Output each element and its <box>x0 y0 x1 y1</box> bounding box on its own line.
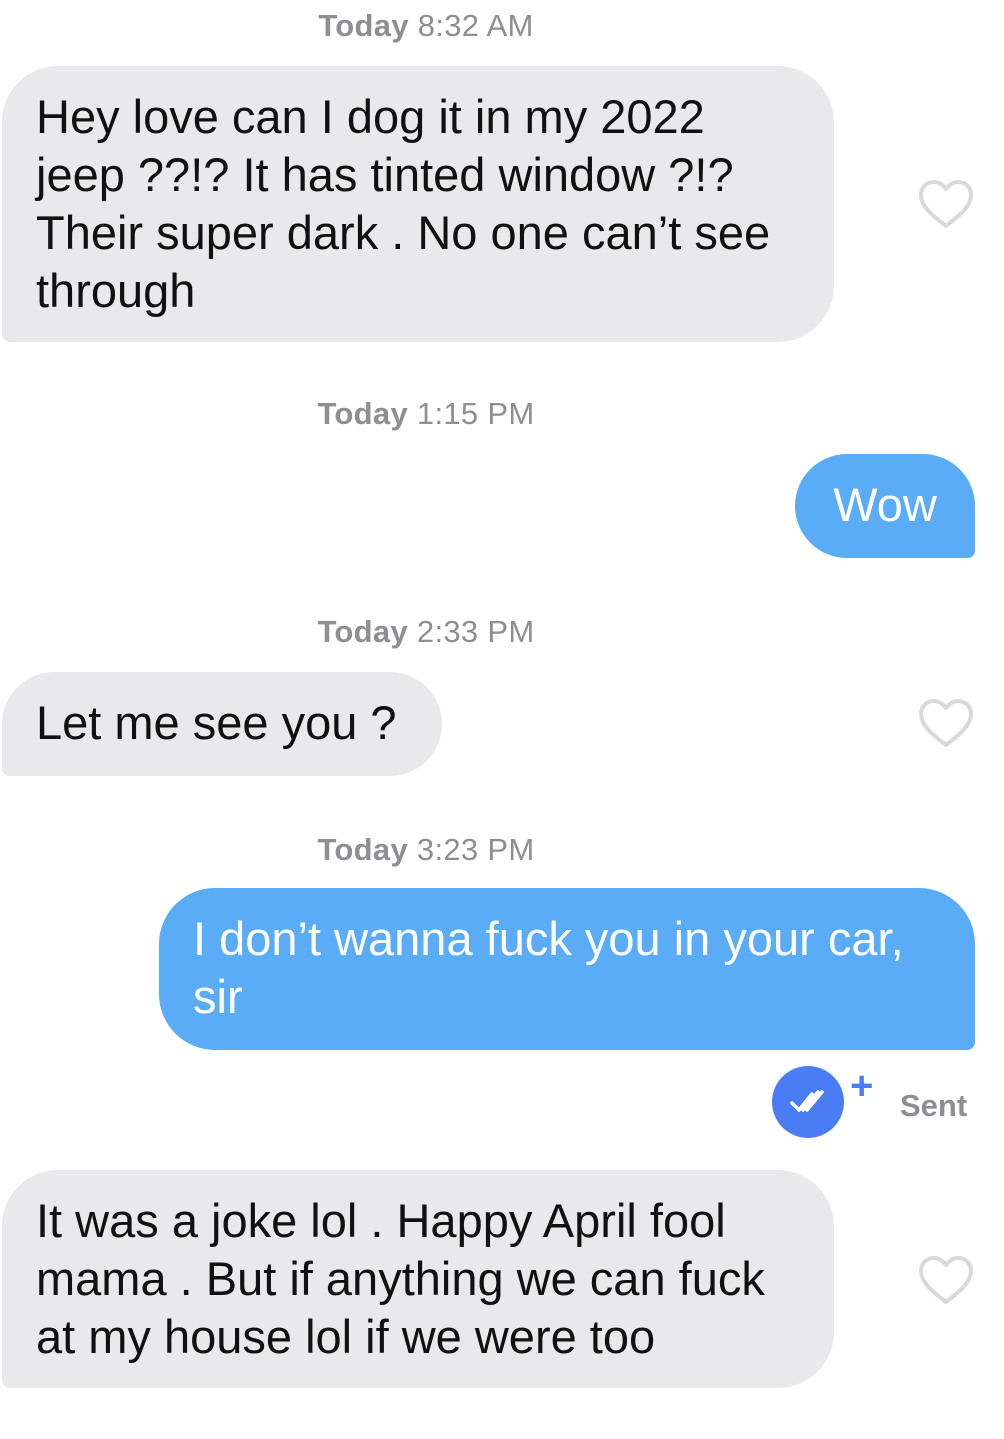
delivery-status-label: Sent <box>900 1088 968 1123</box>
timestamp: Today 1:15 PM <box>0 396 852 432</box>
double-check-icon <box>790 1090 824 1112</box>
like-heart-icon[interactable] <box>917 697 975 749</box>
timestamp-day: Today <box>317 832 408 867</box>
like-heart-icon[interactable] <box>917 1254 975 1306</box>
message-text: Let me see you ? <box>36 696 397 749</box>
timestamp-day: Today <box>317 396 408 431</box>
message-text: Wow <box>833 478 937 531</box>
like-heart-icon[interactable] <box>917 178 975 230</box>
incoming-message[interactable]: Let me see you ? <box>2 672 442 776</box>
outgoing-message[interactable]: Wow <box>795 454 975 558</box>
timestamp-day: Today <box>318 8 409 43</box>
timestamp-day: Today <box>317 614 408 649</box>
incoming-message[interactable]: Hey love can I dog it in my 2022 jeep ??… <box>2 66 834 342</box>
incoming-message[interactable]: It was a joke lol . Happy April fool mam… <box>2 1170 834 1388</box>
message-text: Hey love can I dog it in my 2022 jeep ??… <box>36 90 771 317</box>
timestamp-time: 3:23 PM <box>416 832 535 867</box>
timestamp-time: 8:32 AM <box>417 8 534 43</box>
outgoing-message[interactable]: I don’t wanna fuck you in your car, sir <box>159 888 975 1050</box>
timestamp: Today 3:23 PM <box>0 832 852 868</box>
timestamp-time: 2:33 PM <box>416 614 535 649</box>
timestamp: Today 2:33 PM <box>0 614 852 650</box>
message-text: It was a joke lol . Happy April fool mam… <box>36 1194 765 1363</box>
timestamp: Today 8:32 AM <box>0 8 852 44</box>
read-receipt-badge[interactable] <box>772 1066 844 1138</box>
message-text: I don’t wanna fuck you in your car, sir <box>193 912 904 1023</box>
plus-icon[interactable]: + <box>850 1066 873 1106</box>
timestamp-time: 1:15 PM <box>416 396 535 431</box>
